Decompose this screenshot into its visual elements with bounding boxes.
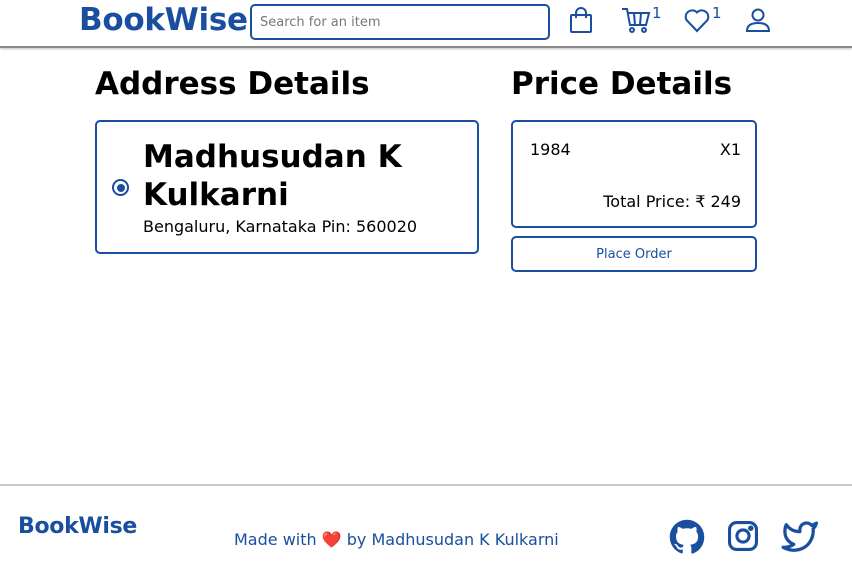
made-with-prefix: Made with <box>234 530 317 549</box>
made-with-text: Made with ❤️ by Madhusudan K Kulkarni <box>234 530 559 549</box>
address-name: Madhusudan K Kulkarni <box>143 139 402 213</box>
github-icon[interactable] <box>669 519 705 560</box>
price-card: 1984 X1 Total Price: ₹ 249 <box>511 120 757 228</box>
cart-icon <box>621 6 651 34</box>
footer: BookWise Made with ❤️ by Madhusudan K Ku… <box>0 484 852 586</box>
footer-brand-logo[interactable]: BookWise <box>18 514 137 539</box>
wishlist-count-badge: 1 <box>712 4 722 22</box>
total-price: Total Price: ₹ 249 <box>603 192 741 211</box>
address-details-title: Address Details <box>95 66 370 102</box>
made-with-suffix: by Madhusudan K Kulkarni <box>346 530 559 549</box>
twitter-icon[interactable] <box>780 519 820 560</box>
heart-emoji: ❤️ <box>321 530 342 549</box>
price-details-title: Price Details <box>511 66 733 102</box>
cart-button[interactable]: 1 <box>621 4 662 34</box>
heart-icon <box>683 6 711 34</box>
user-icon <box>745 6 771 34</box>
brand-logo[interactable]: BookWise <box>79 2 248 38</box>
place-order-button[interactable]: Place Order <box>511 236 757 272</box>
item-quantity: X1 <box>719 140 741 159</box>
address-radio[interactable] <box>112 179 129 196</box>
cart-count-badge: 1 <box>652 4 662 22</box>
address-line: Bengaluru, Karnataka Pin: 560020 <box>143 217 418 236</box>
search-input[interactable] <box>250 4 550 40</box>
orders-button[interactable] <box>568 6 594 34</box>
item-name: 1984 <box>530 140 571 159</box>
header: BookWise 1 1 <box>0 0 852 48</box>
wishlist-button[interactable]: 1 <box>683 4 722 34</box>
address-card[interactable]: Madhusudan K Kulkarni Bengaluru, Karnata… <box>95 120 479 254</box>
instagram-icon[interactable] <box>726 519 760 558</box>
profile-button[interactable] <box>745 6 771 34</box>
shopping-bag-icon <box>568 6 594 34</box>
